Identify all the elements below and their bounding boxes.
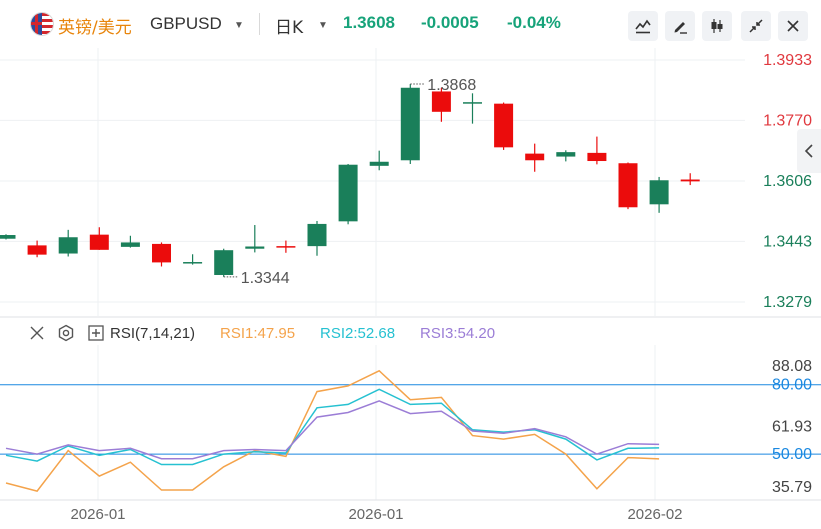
candle-body	[369, 161, 389, 166]
price-axis-tick-label: 1.3933	[763, 52, 812, 69]
x-axis-date-label: 2026-02	[627, 506, 682, 523]
candle-body	[307, 223, 327, 247]
max-price-label: 1.3868	[427, 77, 476, 94]
candle-body	[680, 179, 700, 182]
candle-body	[649, 180, 669, 205]
candle-body	[120, 242, 140, 247]
candle-body	[183, 262, 203, 264]
candle-body	[494, 103, 514, 148]
price-axis-tick-label: 1.3606	[763, 173, 812, 190]
candle-body	[400, 87, 420, 161]
candle-body	[27, 245, 47, 255]
price-axis-tick-label: 1.3443	[763, 233, 812, 250]
candle-body	[245, 246, 265, 249]
candle-body	[525, 153, 545, 161]
x-axis-date-label: 2026-01	[348, 506, 403, 523]
candle-body	[338, 164, 358, 222]
candle-body	[431, 91, 451, 112]
candle-body	[214, 250, 234, 275]
candle-body	[58, 237, 78, 254]
rsi-axis-tick-label: 88.08	[772, 358, 812, 375]
candle-body	[618, 163, 638, 208]
candle-body	[587, 152, 607, 162]
rsi-axis-tick-label: 35.79	[772, 479, 812, 496]
price-axis-tick-label: 1.3279	[763, 294, 812, 311]
candle-body	[276, 246, 296, 248]
price-axis-tick-label: 1.3770	[763, 112, 812, 129]
rsi-axis-tick-label: 61.93	[772, 419, 812, 436]
rsi-line-rsi3	[5, 400, 660, 460]
candle-body	[463, 102, 482, 104]
min-price-label: 1.3344	[241, 270, 290, 287]
candle-body	[89, 234, 109, 250]
rsi-axis-tick-label: 50.00	[772, 446, 812, 463]
x-axis-date-label: 2026-01	[70, 506, 125, 523]
rsi-line-rsi1	[5, 369, 660, 492]
candle-body	[0, 235, 16, 239]
candle-body	[556, 152, 576, 157]
rsi-axis-tick-label: 80.00	[772, 377, 812, 394]
rsi-line-rsi2	[5, 388, 660, 466]
candle-body	[152, 243, 171, 263]
price-chart-canvas[interactable]: 1.3933 1.3770 1.3606 1.3443 1.3279 1.3868 1.33…	[0, 0, 821, 529]
